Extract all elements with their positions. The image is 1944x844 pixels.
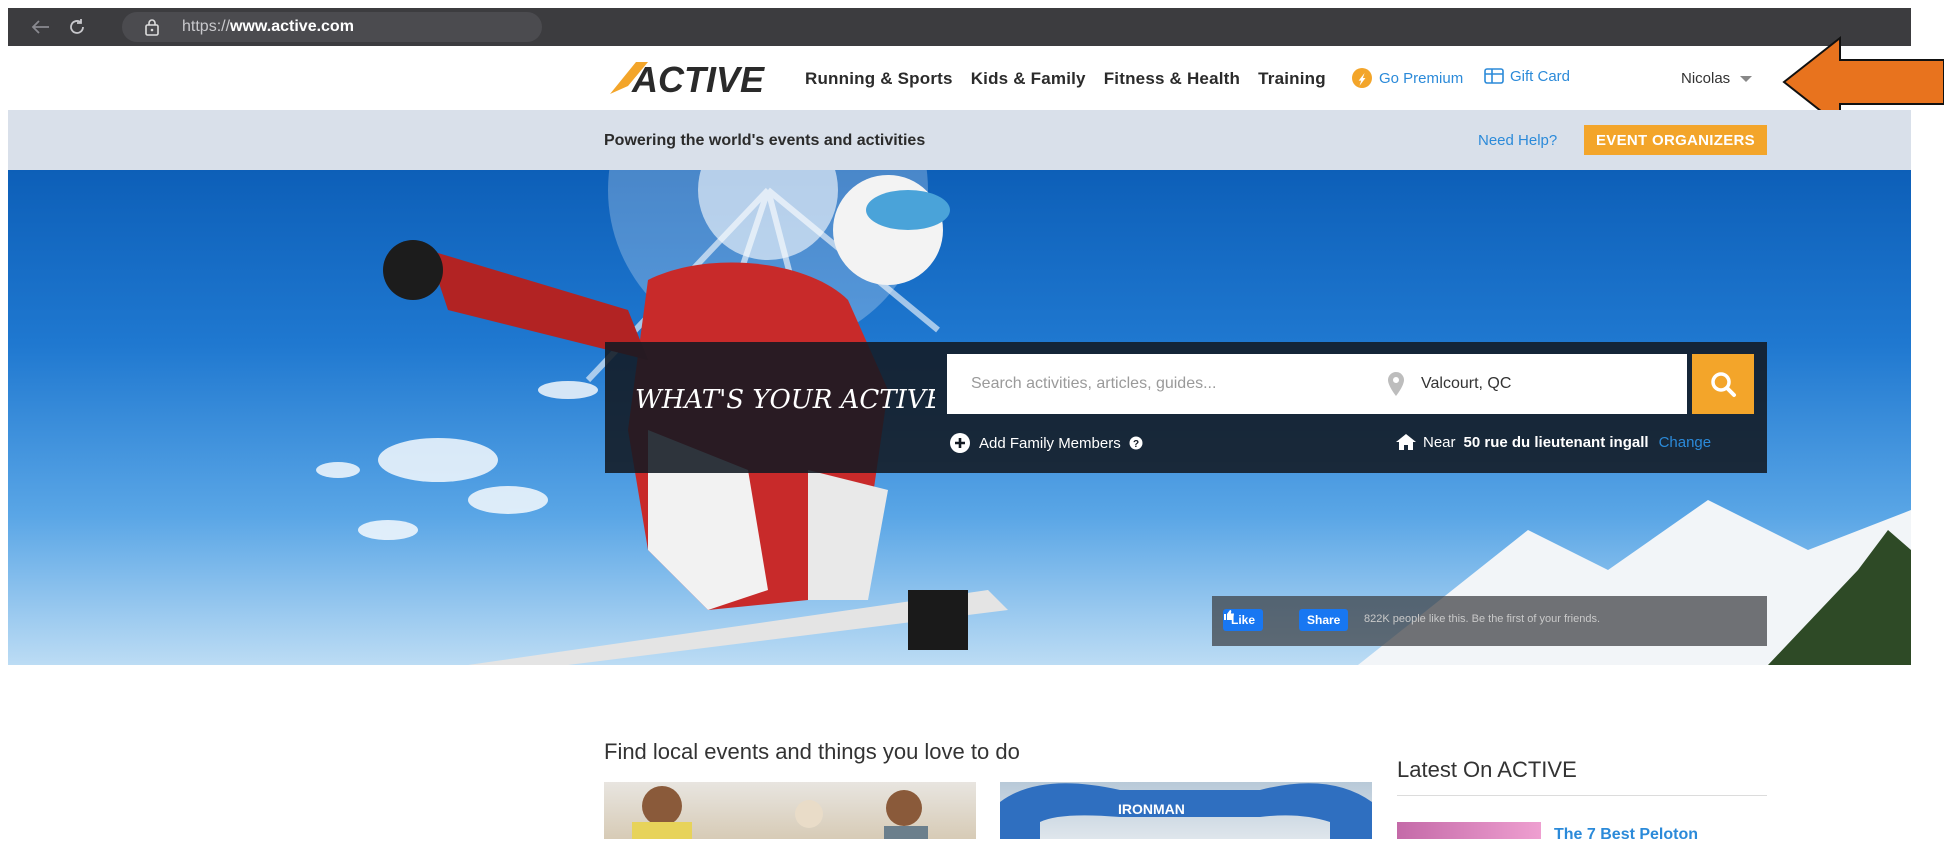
- article-thumbnail[interactable]: [1397, 822, 1541, 839]
- facebook-like-count: 822K people like this. Be the first of y…: [1364, 613, 1601, 625]
- browser-toolbar: https://www.active.com: [8, 8, 1911, 46]
- search-button[interactable]: [1692, 354, 1754, 414]
- add-family-members-link[interactable]: Add Family Members ?: [949, 432, 1143, 454]
- event-organizers-button[interactable]: EVENT ORGANIZERS: [1584, 125, 1767, 155]
- divider: [1397, 795, 1767, 796]
- event-card-ironman[interactable]: IRONMAN: [1000, 782, 1372, 839]
- premium-badge-icon: [1352, 68, 1372, 88]
- facebook-share-button[interactable]: Share: [1299, 609, 1349, 631]
- article-link[interactable]: The 7 Best Peloton: [1554, 826, 1698, 844]
- near-location: Near 50 rue du lieutenant ingall Change: [1395, 433, 1711, 451]
- user-menu[interactable]: Nicolas: [1681, 70, 1753, 87]
- need-help-link[interactable]: Need Help?: [1478, 132, 1557, 149]
- gift-card-icon: [1484, 68, 1504, 84]
- change-location-link[interactable]: Change: [1659, 434, 1712, 451]
- url-text: https://www.active.com: [182, 18, 354, 35]
- find-local-events-heading: Find local events and things you love to…: [604, 739, 1020, 764]
- nav-running-sports[interactable]: Running & Sports: [805, 69, 953, 89]
- svg-text:?: ?: [1133, 439, 1139, 450]
- ironman-arch-image: IRONMAN: [1000, 783, 1372, 839]
- plus-circle-icon: [950, 433, 970, 453]
- help-question-icon[interactable]: ?: [1129, 436, 1143, 450]
- search-input[interactable]: [947, 354, 1387, 414]
- svg-text:ACTIVE: ACTIVE: [631, 59, 765, 98]
- event-card-running[interactable]: [604, 782, 976, 839]
- nav-fitness-health[interactable]: Fitness & Health: [1104, 69, 1240, 89]
- search-panel: WHAT'S YOUR ACTIVE? Valcourt, QC Add Fam…: [605, 342, 1767, 473]
- active-logo[interactable]: ACTIVE: [606, 58, 776, 98]
- location-field[interactable]: Valcourt, QC: [1387, 354, 1687, 414]
- gift-card-link[interactable]: Gift Card: [1484, 67, 1570, 85]
- runners-image: [632, 786, 928, 839]
- tagline: Powering the world's events and activiti…: [604, 132, 926, 149]
- address-bar[interactable]: https://www.active.com: [122, 12, 542, 42]
- thumbs-up-icon: [1224, 610, 1234, 620]
- svg-text:WHAT'S YOUR ACTIVE?: WHAT'S YOUR ACTIVE?: [635, 385, 935, 415]
- facebook-like-button[interactable]: Like: [1223, 609, 1264, 631]
- location-value: Valcourt, QC: [1421, 375, 1512, 392]
- whats-your-active-heading: WHAT'S YOUR ACTIVE?: [635, 385, 935, 415]
- near-address: 50 rue du lieutenant ingall: [1463, 433, 1649, 451]
- back-arrow-icon[interactable]: [26, 12, 56, 42]
- latest-on-active-heading: Latest On ACTIVE: [1397, 757, 1577, 782]
- chevron-down-icon: [1740, 75, 1753, 82]
- site-header: ACTIVE Running & Sports Kids & Family Fi…: [0, 46, 1944, 110]
- nav-kids-family[interactable]: Kids & Family: [971, 69, 1086, 89]
- facebook-like-bar: Like Share 822K people like this. Be the…: [1212, 596, 1767, 646]
- go-premium-link[interactable]: Go Premium: [1351, 67, 1463, 89]
- main-nav: Running & Sports Kids & Family Fitness &…: [805, 69, 1344, 89]
- reload-icon[interactable]: [62, 12, 92, 42]
- home-icon: [1396, 434, 1416, 450]
- location-pin-icon: [1388, 372, 1404, 396]
- svg-text:IRONMAN: IRONMAN: [1118, 801, 1185, 817]
- lock-icon: [145, 19, 159, 36]
- nav-training[interactable]: Training: [1258, 69, 1326, 89]
- user-name: Nicolas: [1681, 70, 1731, 87]
- search-icon: [1711, 372, 1736, 397]
